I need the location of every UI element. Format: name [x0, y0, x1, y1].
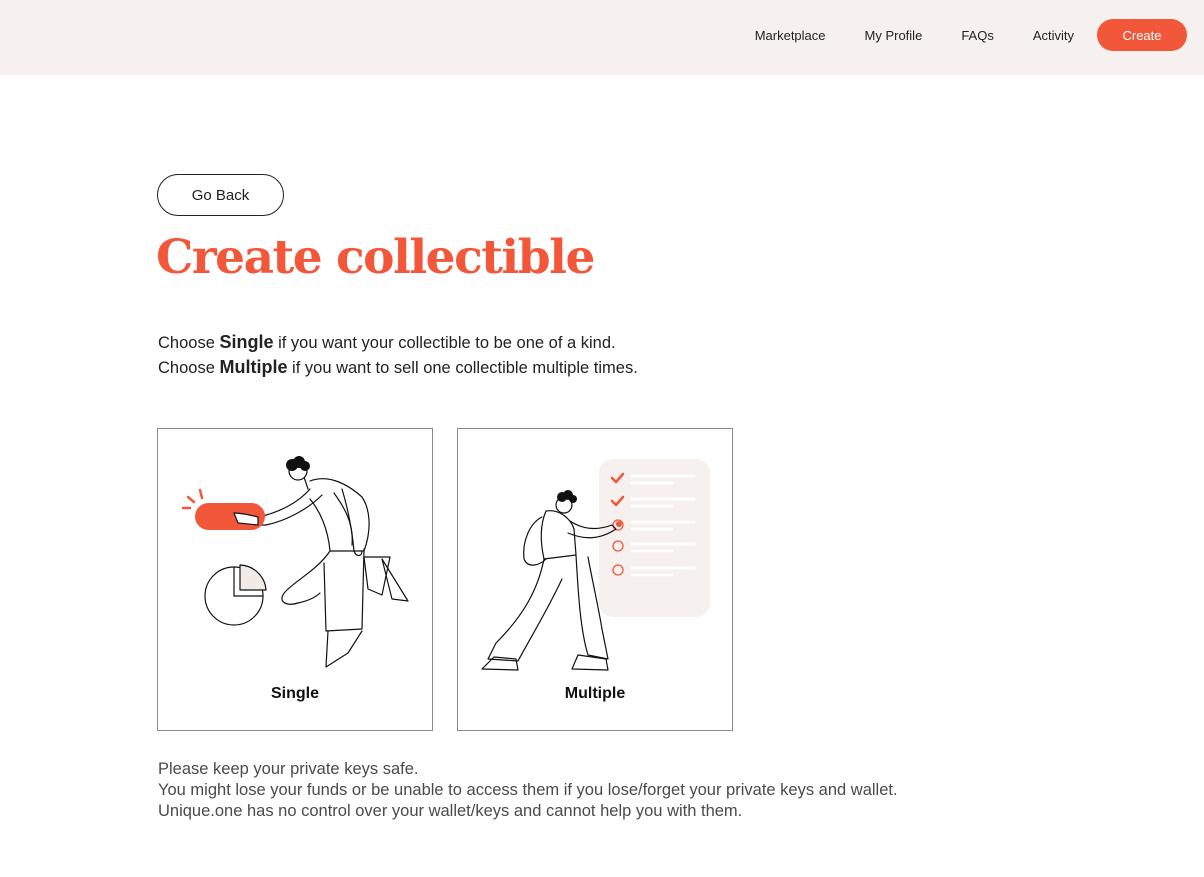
option-label-single: Single — [270, 685, 319, 702]
go-back-button[interactable]: Go Back — [157, 174, 284, 216]
main-nav: Marketplace My Profile FAQs Activity Cre… — [755, 19, 1187, 51]
person-checklist-illustration — [481, 459, 710, 671]
nav-my-profile[interactable]: My Profile — [865, 28, 923, 43]
intro-line-single: Choose Single if you want your collectib… — [158, 330, 638, 355]
nav-activity[interactable]: Activity — [1033, 28, 1074, 43]
notice-line-1: Please keep your private keys safe. — [158, 760, 419, 778]
top-navbar: Marketplace My Profile FAQs Activity Cre… — [0, 0, 1204, 75]
intro-line1-prefix: Choose — [158, 334, 220, 352]
create-button[interactable]: Create — [1097, 19, 1187, 51]
intro-line-multiple: Choose Multiple if you want to sell one … — [158, 355, 638, 380]
nav-marketplace[interactable]: Marketplace — [755, 28, 826, 43]
intro-line2-suffix: if you want to sell one collectible mult… — [287, 359, 638, 377]
option-label-multiple: Multiple — [564, 685, 626, 702]
nav-faqs[interactable]: FAQs — [961, 28, 994, 43]
notice-line-2: You might lose your funds or be unable t… — [158, 781, 898, 799]
intro-text: Choose Single if you want your collectib… — [158, 330, 638, 380]
person-pressing-button-illustration — [181, 456, 409, 668]
intro-line2-prefix: Choose — [158, 359, 220, 377]
security-notice: Please keep your private keys safe. You … — [158, 759, 898, 822]
notice-line-3: Unique.one has no control over your wall… — [158, 802, 743, 820]
option-card-single[interactable]: Single — [157, 428, 433, 731]
intro-line2-keyword: Multiple — [219, 357, 288, 377]
intro-line1-keyword: Single — [219, 332, 274, 352]
intro-line1-suffix: if you want your collectible to be one o… — [273, 334, 616, 352]
page-title: Create collectible — [156, 230, 595, 285]
option-card-multiple[interactable]: Multiple — [457, 428, 733, 731]
